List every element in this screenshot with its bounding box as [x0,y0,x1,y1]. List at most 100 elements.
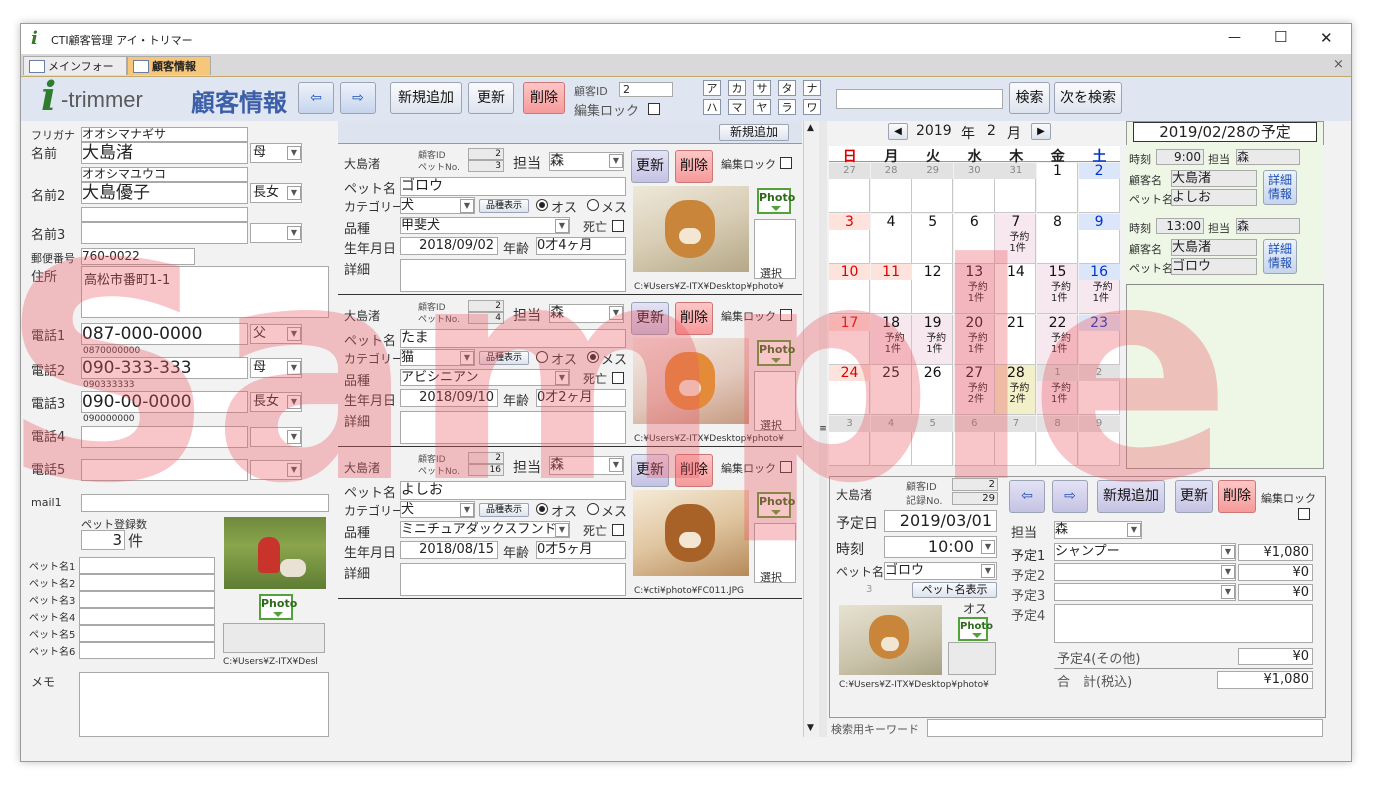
name3-field[interactable] [81,222,248,244]
pet-name3-field[interactable] [79,591,215,608]
calendar-day[interactable]: 26 [912,365,954,415]
calendar-day[interactable]: 18 予約 1件 [870,314,912,365]
pet-breed-select[interactable]: アビシニアン [400,369,570,386]
reservation-cust-id-field[interactable]: 2 [952,478,998,491]
schedule-pet-field[interactable]: ゴロウ [1171,258,1257,275]
pet-birth-field[interactable]: 2018/09/02 [400,237,498,255]
calendar-day[interactable]: 4 [870,415,912,466]
reservation-next-button[interactable]: ⇨ [1052,480,1088,513]
chevron-down-icon[interactable]: ▼ [609,154,623,168]
schedule-customer-field[interactable]: 大島渚 [1171,170,1257,187]
calendar-day[interactable]: 8 [1037,213,1078,264]
schedule-staff-field[interactable]: 森 [1236,218,1300,234]
furigana3-field[interactable] [81,207,248,222]
chevron-down-icon[interactable]: ▼ [981,564,995,578]
reservation-update-button[interactable]: 更新 [1175,480,1213,513]
pet-delete-button[interactable]: 削除 [675,302,713,335]
chevron-down-icon[interactable]: ▼ [287,226,301,240]
plan3-select[interactable] [1054,583,1236,601]
pet-sex-female-radio[interactable] [587,199,599,211]
reservation-photo-select-box[interactable] [948,642,996,675]
pet-dead-checkbox[interactable] [612,524,624,536]
schedule-customer-field[interactable]: 大島渚 [1171,239,1257,256]
search-input[interactable] [836,89,1003,109]
reservation-delete-button[interactable]: 削除 [1218,480,1256,513]
calendar-day[interactable]: 12 [912,264,954,314]
calendar-day[interactable]: 2 [1078,163,1120,213]
schedule-detail-button[interactable]: 詳細 情報 [1263,170,1297,205]
breed-show-button[interactable]: 品種表示 [479,199,529,213]
chevron-down-icon[interactable]: ▼ [287,186,301,200]
calendar-day[interactable]: 5 [912,415,954,466]
pet-cust-id-field[interactable]: 2 [468,300,504,312]
kana-button-ta[interactable]: タ [778,80,796,96]
maximize-button[interactable]: ☐ [1274,28,1287,46]
schedule-item[interactable]: 時刻 13:00 担当 森 顧客名 大島渚 ペット名 ゴロウ 詳細 情報 [1126,214,1324,285]
schedule-detail-button[interactable]: 詳細 情報 [1263,239,1297,274]
pet-no-field[interactable]: 3 [468,160,504,172]
pet-sex-female-radio[interactable] [587,351,599,363]
prev-record-button[interactable]: ⇦ [298,82,334,114]
pet-age-field[interactable]: 0才5ヶ月 [536,541,626,559]
keyword-field[interactable] [927,719,1323,737]
chevron-down-icon[interactable]: ▼ [981,540,995,554]
reservation-photo-button[interactable]: Photo [958,617,993,641]
calendar-prev-button[interactable]: ◀ [888,123,908,140]
pet-new-button[interactable]: 新規追加 [719,124,789,141]
calendar-day[interactable]: 25 [870,365,912,415]
calendar-day[interactable]: 23 [1078,314,1120,365]
pet-birth-field[interactable]: 2018/09/10 [400,389,498,407]
plan4-other-amount[interactable]: ¥0 [1238,648,1313,665]
schedule-time-field[interactable]: 13:00 [1156,218,1204,234]
pet-delete-button[interactable]: 削除 [675,150,713,183]
calendar-day[interactable]: 28 [870,163,912,213]
calendar-day[interactable]: 13 予約 1件 [953,264,995,314]
update-button[interactable]: 更新 [468,82,514,114]
calendar-day[interactable]: 5 [912,213,954,264]
postal-field[interactable]: 760-0022 [81,248,195,265]
calendar-day[interactable]: 9 [1078,415,1120,466]
chevron-down-icon[interactable]: ▼ [1221,565,1235,579]
reservation-edit-lock-checkbox[interactable] [1298,508,1310,520]
chevron-down-icon[interactable]: ▼ [460,503,474,517]
pet-photo-button[interactable]: Photo [757,340,795,366]
chevron-down-icon[interactable]: ▼ [1221,545,1235,559]
close-button[interactable]: ✕ [1320,29,1333,47]
plan3-amount[interactable]: ¥0 [1238,584,1313,601]
pet-cust-id-field[interactable]: 2 [468,148,504,160]
address-field[interactable]: 高松市番町1-1 [81,266,329,318]
pet-name4-field[interactable] [79,608,215,625]
chevron-down-icon[interactable]: ▼ [555,371,569,385]
calendar-day[interactable]: 27 [829,163,870,213]
calendar-day[interactable]: 3 [829,213,870,264]
plan1-amount[interactable]: ¥1,080 [1238,544,1313,561]
calendar-day[interactable]: 11 [870,264,912,314]
chevron-down-icon[interactable]: ▼ [287,395,301,409]
calendar-day[interactable]: 4 [870,213,912,264]
chevron-down-icon[interactable]: ▼ [287,463,301,477]
kana-button-na[interactable]: ナ [803,80,821,96]
pet-count-field[interactable]: 3 [81,530,125,550]
name-field[interactable]: 大島渚 [81,142,248,164]
plan2-select[interactable] [1054,563,1236,581]
pet-sex-male-radio[interactable] [536,199,548,211]
chevron-down-icon[interactable]: ▼ [1127,523,1141,537]
pet-name-field[interactable]: よしお [400,481,626,500]
pet-name-field[interactable]: たま [400,329,626,348]
calendar-day[interactable]: 3 [829,415,870,466]
pet-update-button[interactable]: 更新 [631,150,669,183]
pet-cust-id-field[interactable]: 2 [468,452,504,464]
kana-button-wa[interactable]: ワ [803,99,821,115]
breed-show-button[interactable]: 品種表示 [479,503,529,517]
calendar-day[interactable]: 1 [1037,163,1078,213]
furigana2-field[interactable]: オオシマユウコ [81,167,248,182]
pet-photo-button[interactable]: Photo [757,492,795,518]
pet-name-show-button[interactable]: ペット名表示 [912,582,997,598]
next-record-button[interactable]: ⇨ [340,82,376,114]
chevron-down-icon[interactable]: ▼ [287,430,301,444]
splitter-handle[interactable]: ≡ [819,121,827,737]
calendar-day[interactable]: 16 予約 1件 [1078,264,1120,314]
calendar-day[interactable]: 29 [912,163,954,213]
customer-id-field[interactable]: 2 [619,82,673,97]
calendar-day[interactable]: 7 予約 1件 [995,213,1037,264]
